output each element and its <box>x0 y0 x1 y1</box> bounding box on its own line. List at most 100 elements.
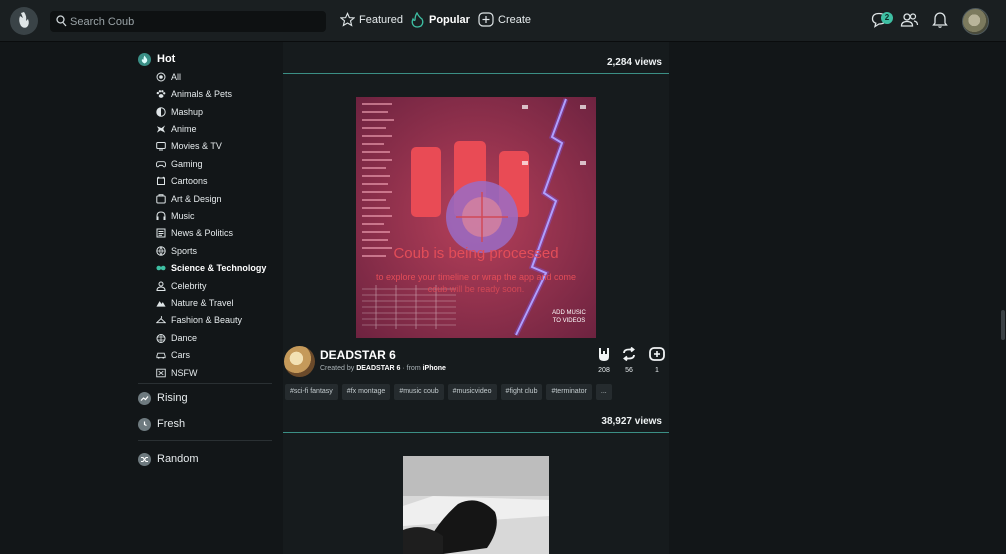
sidebar-item-all[interactable]: All <box>156 71 181 83</box>
sidebar-item-cars[interactable]: Cars <box>156 349 190 361</box>
sidebar-item-animals[interactable]: Animals & Pets <box>156 88 232 100</box>
views-count: 38,927 views <box>601 416 662 427</box>
sidebar-item-label: Movies & TV <box>171 141 222 151</box>
half-circle-icon <box>156 107 166 117</box>
from-label: · from <box>402 365 421 372</box>
anime-icon <box>156 125 166 133</box>
remix-icon <box>649 347 665 361</box>
coub-logo[interactable] <box>10 7 38 35</box>
sidebar-item-nature[interactable]: Nature & Travel <box>156 297 234 309</box>
sidebar-item-label: Celebrity <box>171 281 207 291</box>
search-box[interactable] <box>50 11 326 32</box>
coub-meta: Created by DEADSTAR 6 · from iPhone <box>320 365 446 372</box>
top-header: Featured Popular Create 2 <box>0 0 1006 42</box>
coub-logo-icon <box>19 12 29 28</box>
recoub-button[interactable]: 56 <box>619 346 639 374</box>
gamepad-icon <box>156 161 166 168</box>
sidebar-item-label: News & Politics <box>171 228 234 238</box>
nav-popular[interactable]: Popular <box>410 12 470 28</box>
search-input[interactable] <box>70 11 320 32</box>
person-star-icon <box>156 281 166 291</box>
sidebar-random[interactable]: Random <box>138 451 272 467</box>
ball-icon <box>156 246 166 256</box>
plus-box-icon <box>478 12 494 27</box>
page-scrollbar[interactable] <box>1001 310 1005 340</box>
newspaper-icon <box>156 228 166 238</box>
sidebar-random-label: Random <box>157 453 199 465</box>
disco-ball-icon <box>156 334 166 343</box>
user-avatar[interactable] <box>962 8 989 35</box>
sidebar-fresh-label: Fresh <box>157 418 186 430</box>
sidebar-item-cartoons[interactable]: Cartoons <box>156 175 208 187</box>
car-icon <box>156 352 166 359</box>
coub-title[interactable]: DEADSTAR 6 <box>320 348 396 362</box>
views-count: 2,284 views <box>606 57 662 68</box>
sidebar-item-anime[interactable]: Anime <box>156 123 197 135</box>
sidebar-rising[interactable]: Rising <box>138 390 272 406</box>
tag[interactable]: #sci-fi fantasy <box>285 384 338 400</box>
shuffle-icon <box>138 452 151 466</box>
friends-icon[interactable] <box>900 11 919 29</box>
sidebar-item-label: Sports <box>171 246 198 256</box>
sidebar-item-fashion[interactable]: Fashion & Beauty <box>156 314 242 326</box>
palette-icon <box>156 194 166 204</box>
tag[interactable]: #fight club <box>500 384 543 400</box>
clock-icon <box>138 417 151 431</box>
sidebar-fresh[interactable]: Fresh <box>138 416 272 432</box>
sidebar-item-music[interactable]: Music <box>156 210 195 222</box>
paw-icon <box>156 90 166 98</box>
tv-icon <box>156 142 166 151</box>
tag[interactable]: #terminator <box>546 384 592 400</box>
notification-badge: 2 <box>881 12 893 24</box>
nav-create-label: Create <box>498 13 532 26</box>
sidebar-item-sports[interactable]: Sports <box>156 245 197 257</box>
source-label: iPhone <box>422 365 446 372</box>
sidebar-item-mashup[interactable]: Mashup <box>156 106 203 118</box>
processing-message: Coub is being processed <box>393 245 559 262</box>
left-panel <box>0 42 283 554</box>
coub-video-thumbnail[interactable] <box>403 456 549 554</box>
sidebar-item-science[interactable]: Science & Technology <box>156 262 266 274</box>
right-panel <box>669 42 1006 554</box>
tag[interactable]: #musicvideo <box>447 384 497 400</box>
sidebar-item-label: Gaming <box>171 159 203 169</box>
processing-hint-2: coub will be ready soon. <box>427 284 525 294</box>
sidebar-item-gaming[interactable]: Gaming <box>156 158 203 170</box>
channel-avatar[interactable] <box>284 346 315 377</box>
rock-hand-icon <box>599 348 609 361</box>
like-button[interactable]: 208 <box>594 347 614 374</box>
author-link[interactable]: DEADSTAR 6 <box>356 365 400 372</box>
sidebar-item-label: Fashion & Beauty <box>171 315 243 325</box>
coub-video[interactable]: Coub is being processed to explore your … <box>356 97 596 338</box>
sidebar-item-movies[interactable]: Movies & TV <box>156 140 222 152</box>
sidebar-item-celebrity[interactable]: Celebrity <box>156 280 207 292</box>
sidebar-hot[interactable]: Hot <box>138 51 272 67</box>
sidebar-item-news[interactable]: News & Politics <box>156 227 233 239</box>
video-frame <box>356 97 596 338</box>
headphones-icon <box>156 211 166 220</box>
remix-button[interactable]: 1 <box>647 347 667 374</box>
mountain-icon <box>156 301 166 307</box>
sidebar-item-label: Cartoons <box>171 176 208 186</box>
video-frame <box>403 456 549 554</box>
recoub-count: 56 <box>625 367 633 374</box>
nav-featured[interactable]: Featured <box>340 12 403 27</box>
sidebar-divider <box>138 440 272 441</box>
sidebar-item-nsfw[interactable]: NSFW <box>156 367 198 379</box>
sidebar-item-label: Art & Design <box>171 194 222 204</box>
tag[interactable]: #music coub <box>394 384 444 400</box>
bell-icon[interactable] <box>932 11 948 29</box>
tag-list: #sci-fi fantasy #fx montage #music coub … <box>285 384 612 400</box>
processing-hint: to explore your timeline or wrap the app… <box>375 272 577 282</box>
sidebar-hot-label: Hot <box>157 53 176 65</box>
sidebar-item-label: Dance <box>171 333 198 343</box>
sidebar-item-dance[interactable]: Dance <box>156 332 197 344</box>
tag[interactable]: #fx montage <box>341 384 391 400</box>
more-tags-button[interactable]: ... <box>595 384 612 400</box>
flame-icon <box>411 12 424 28</box>
nav-create[interactable]: Create <box>478 12 531 27</box>
sidebar-item-art[interactable]: Art & Design <box>156 193 222 205</box>
feed: 2,284 views Coub is being processed to e… <box>283 42 669 554</box>
target-icon <box>156 72 166 82</box>
search-icon <box>56 15 67 27</box>
